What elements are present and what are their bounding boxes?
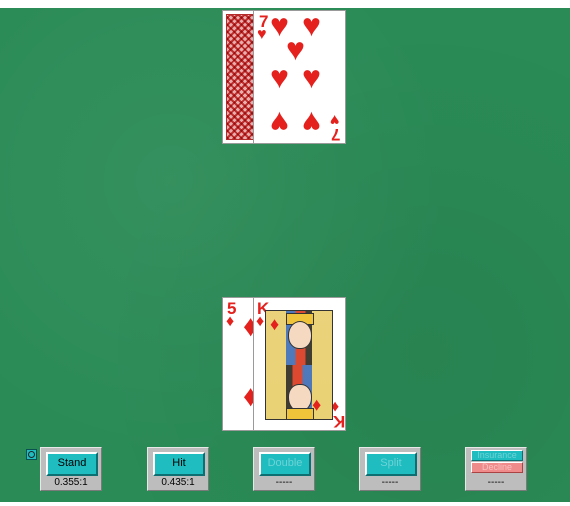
insurance-panel: Insurance Decline -----	[465, 447, 527, 491]
split-panel: Split -----	[359, 447, 421, 491]
stand-button[interactable]: Stand	[46, 452, 98, 476]
double-odds: -----	[275, 477, 293, 488]
option-toggle[interactable]	[26, 449, 37, 460]
king-portrait	[288, 321, 312, 349]
double-button[interactable]: Double	[259, 452, 311, 476]
heart-icon: ♥	[302, 59, 321, 95]
decline-button[interactable]: Decline	[471, 462, 523, 473]
king-face-artwork: ♦ ♦	[265, 310, 333, 420]
dealer-up-card: 7 ♥ ♥ ♥ ♥ ♥ ♥ ♥ ♥ ♥ 7	[253, 10, 346, 144]
insurance-odds: -----	[487, 477, 505, 488]
hit-panel: Hit 0.435:1	[147, 447, 209, 491]
radio-dot-icon	[28, 451, 35, 458]
hit-button[interactable]: Hit	[153, 452, 205, 476]
card-rank: K	[333, 412, 346, 431]
heart-icon: ♥	[270, 105, 289, 141]
stand-panel: Stand 0.355:1	[40, 447, 102, 491]
insurance-button[interactable]: Insurance	[471, 450, 523, 461]
heart-icon: ♥	[257, 26, 267, 43]
card-rank: 7	[331, 125, 341, 144]
double-panel: Double -----	[253, 447, 315, 491]
split-button[interactable]: Split	[365, 452, 417, 476]
heart-icon: ♥	[302, 105, 321, 141]
heart-icon: ♥	[270, 59, 289, 95]
diamond-icon: ♦	[256, 313, 265, 330]
stand-odds: 0.355:1	[54, 477, 88, 488]
diamond-icon: ♦	[312, 396, 322, 416]
hit-odds: 0.435:1	[161, 477, 195, 488]
crown-icon	[286, 408, 314, 419]
split-odds: -----	[381, 477, 399, 488]
diamond-icon: ♦	[270, 314, 280, 334]
diamond-icon: ♦	[226, 313, 235, 330]
